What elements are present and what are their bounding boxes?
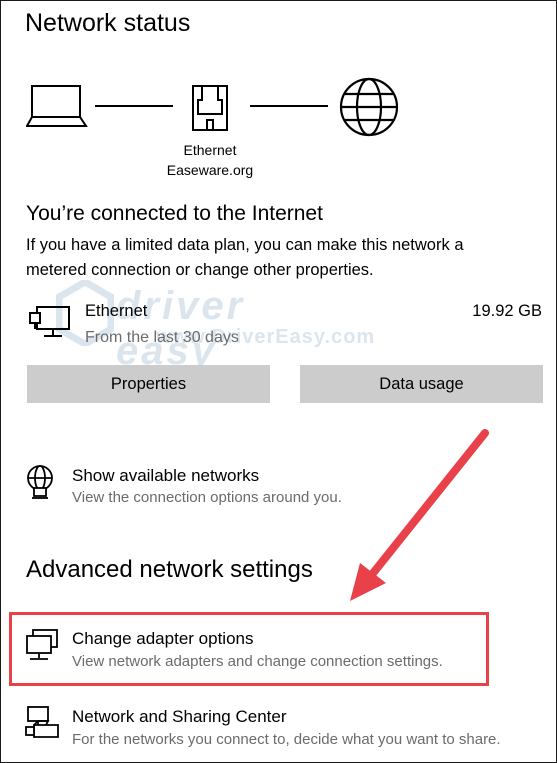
show-available-networks-link[interactable] bbox=[24, 464, 64, 524]
network-name: Easeware.org bbox=[166, 162, 254, 178]
adapter-name: Ethernet bbox=[183, 142, 237, 158]
change-adapter-subtitle: View network adapters and change connect… bbox=[72, 653, 443, 670]
connection-description-line1: If you have a limited data plan, you can… bbox=[26, 236, 464, 254]
connection-heading: You’re connected to the Internet bbox=[26, 202, 323, 225]
ethernet-port-icon bbox=[190, 84, 230, 134]
sharing-center-subtitle: For the networks you connect to, decide … bbox=[72, 731, 501, 748]
laptop-icon bbox=[25, 82, 88, 130]
highlight-box bbox=[9, 612, 489, 686]
globe-icon bbox=[338, 76, 400, 138]
page-title: Network status bbox=[25, 9, 191, 37]
connection-description-line2: metered connection or change other prope… bbox=[26, 261, 374, 279]
change-adapter-options-link[interactable] bbox=[24, 628, 64, 668]
show-networks-subtitle: View the connection options around you. bbox=[72, 489, 342, 506]
advanced-settings-heading: Advanced network settings bbox=[26, 556, 313, 583]
usage-period: From the last 30 days bbox=[85, 329, 239, 346]
ethernet-pc-icon bbox=[28, 305, 72, 341]
connection-line bbox=[250, 105, 328, 107]
usage-adapter-name: Ethernet bbox=[85, 302, 148, 320]
sharing-center-title[interactable]: Network and Sharing Center bbox=[72, 707, 287, 727]
data-usage-button[interactable]: Data usage bbox=[300, 365, 543, 403]
connection-line bbox=[95, 105, 173, 107]
show-networks-title[interactable]: Show available networks bbox=[72, 466, 259, 486]
network-adapter-icon bbox=[26, 629, 58, 660]
red-arrow-icon bbox=[340, 425, 500, 605]
properties-button[interactable]: Properties bbox=[27, 365, 270, 403]
change-adapter-title[interactable]: Change adapter options bbox=[72, 629, 253, 649]
usage-amount: 19.92 GB bbox=[472, 302, 542, 320]
network-sharing-center-link[interactable] bbox=[24, 705, 64, 745]
network-globe-icon bbox=[27, 465, 53, 499]
sharing-center-icon bbox=[25, 706, 59, 738]
